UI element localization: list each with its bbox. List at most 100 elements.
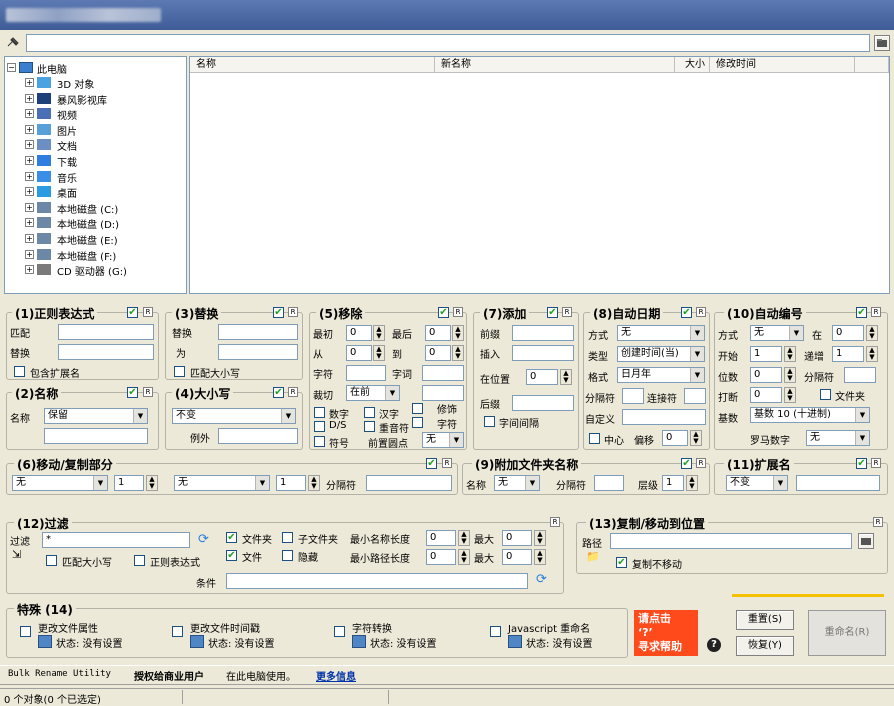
move-copy-select-1[interactable]: 无 — [12, 475, 108, 491]
expand-icon[interactable]: + — [25, 78, 34, 87]
remove-to-input[interactable]: 0 — [425, 345, 451, 361]
settings-icon[interactable] — [38, 635, 52, 648]
remove-crop-input[interactable] — [422, 385, 464, 401]
path-input[interactable] — [26, 34, 870, 52]
expand-icon[interactable]: + — [25, 187, 34, 197]
filter-condition-input[interactable] — [226, 573, 528, 589]
expand-icon[interactable]: + — [25, 140, 34, 150]
filter-min-path-input[interactable]: 0 — [426, 549, 456, 565]
filter-max-path-spinner[interactable]: ▲ ▼ — [534, 549, 546, 565]
remove-chars2-checkbox[interactable] — [412, 417, 423, 428]
replace-match-case-checkbox[interactable] — [174, 366, 185, 377]
move-copy-select-2[interactable]: 无 — [174, 475, 270, 491]
auto-date-mode-select[interactable]: 无 — [617, 325, 705, 341]
extension-input[interactable] — [796, 475, 880, 491]
auto-number-step-spinner[interactable]: ▲ ▼ — [866, 346, 878, 362]
filter-min-name-spinner[interactable]: ▲ ▼ — [458, 530, 470, 546]
remove-lead-dots-select[interactable]: 无 — [422, 432, 464, 448]
auto-date-type-select[interactable]: 创建时间(当) — [617, 346, 705, 362]
remove-chinese-checkbox[interactable] — [364, 407, 375, 418]
help-icon[interactable]: ? — [707, 638, 721, 652]
replace-reset-button[interactable]: R — [288, 307, 298, 317]
auto-number-break-spinner[interactable]: ▲ ▼ — [784, 387, 796, 403]
auto-number-break-input[interactable]: 0 — [750, 387, 782, 403]
filter-max-name-input[interactable]: 0 — [502, 530, 532, 546]
auto-number-mode-select[interactable]: 无 — [750, 325, 804, 341]
add-at-pos-spinner[interactable]: ▲ ▼ — [560, 369, 572, 385]
filter-subfolders-checkbox[interactable] — [282, 532, 293, 543]
filter-min-name-input[interactable]: 0 — [426, 530, 456, 546]
auto-date-offset-spinner[interactable]: ▲ ▼ — [690, 430, 702, 446]
auto-number-start-input[interactable]: 1 — [750, 346, 782, 362]
remove-to-spinner[interactable]: ▲ ▼ — [452, 345, 464, 361]
settings-icon[interactable] — [190, 635, 204, 648]
move-copy-spinner-2[interactable]: ▲ ▼ — [308, 475, 320, 491]
copy-move-browse-button[interactable] — [858, 533, 874, 549]
remove-digits-checkbox[interactable] — [314, 407, 325, 418]
append-folder-level-spinner[interactable]: ▲ ▼ — [686, 475, 698, 491]
name-mode-select[interactable]: 保留 — [44, 408, 148, 424]
remove-symbols-checkbox[interactable] — [314, 436, 325, 447]
reset-button[interactable]: 重置(S) — [736, 610, 794, 630]
move-copy-enable-checkbox[interactable]: ✔ — [426, 458, 437, 469]
filter-hidden-checkbox[interactable] — [282, 550, 293, 561]
remove-crop-select[interactable]: 在前 — [346, 385, 400, 401]
append-folder-reset-button[interactable]: R — [696, 458, 706, 468]
col-modified[interactable]: 修改时间 — [710, 57, 855, 73]
auto-date-custom-input[interactable] — [622, 409, 706, 425]
remove-accents-checkbox[interactable] — [364, 421, 375, 432]
regex-enable-checkbox[interactable]: ✔ — [127, 307, 138, 318]
remove-from-spinner[interactable]: ▲ ▼ — [373, 345, 385, 361]
auto-number-digits-spinner[interactable]: ▲ ▼ — [784, 367, 796, 383]
auto-number-at-input[interactable]: 0 — [832, 325, 864, 341]
filter-regex-checkbox[interactable] — [134, 555, 145, 566]
filter-reset-button[interactable]: R — [550, 517, 560, 527]
browse-folder-button[interactable] — [874, 35, 890, 51]
append-folder-enable-checkbox[interactable]: ✔ — [681, 458, 692, 469]
remove-ds-checkbox[interactable] — [314, 421, 325, 432]
file-list[interactable]: 名称 新名称 大小 修改时间 — [189, 56, 890, 294]
more-info-link[interactable]: 更多信息 — [316, 668, 356, 683]
add-enable-checkbox[interactable]: ✔ — [547, 307, 558, 318]
auto-number-reset-button[interactable]: R — [871, 307, 881, 317]
name-input[interactable] — [44, 428, 148, 444]
expand-icon[interactable]: + — [25, 249, 34, 259]
extension-enable-checkbox[interactable]: ✔ — [856, 458, 867, 469]
replace-enable-checkbox[interactable]: ✔ — [273, 307, 284, 318]
add-prefix-input[interactable] — [512, 325, 574, 341]
auto-number-start-spinner[interactable]: ▲ ▼ — [784, 346, 796, 362]
auto-number-step-input[interactable]: 1 — [832, 346, 864, 362]
filter-folders-checkbox[interactable]: ✔ — [226, 532, 237, 543]
expand-icon[interactable]: + — [25, 265, 34, 275]
expand-icon[interactable]: + — [25, 234, 34, 243]
name-enable-checkbox[interactable]: ✔ — [127, 387, 138, 398]
special-checkbox[interactable] — [490, 626, 501, 637]
folder-tree[interactable]: − 此电脑 +3D 对象 + 暴风影视库 + 视频 + 图片 + 文档 + 下载 + 音乐 + 桌面 + 本地磁… — [4, 56, 187, 294]
move-copy-num-1[interactable]: 1 — [114, 475, 144, 491]
auto-date-joiner-input[interactable] — [684, 388, 706, 404]
append-folder-sep-input[interactable] — [594, 475, 624, 491]
regex-replace-input[interactable] — [58, 344, 154, 360]
add-word-space-checkbox[interactable] — [484, 416, 495, 427]
pin-icon[interactable] — [6, 36, 20, 49]
copy-move-path-input[interactable] — [610, 533, 852, 549]
expand-icon[interactable]: + — [25, 171, 34, 181]
col-name[interactable]: 名称 — [190, 57, 435, 73]
auto-number-at-spinner[interactable]: ▲ ▼ — [866, 325, 878, 341]
auto-date-sep-input[interactable] — [622, 388, 644, 404]
remove-first-spinner[interactable]: ▲ ▼ — [373, 325, 385, 341]
help-banner[interactable]: 请点击 ‘?’ 寻求帮助 — [634, 610, 698, 656]
auto-date-format-select[interactable]: 日月年 — [617, 367, 705, 383]
extension-reset-button[interactable]: R — [871, 458, 881, 468]
filter-input[interactable]: * — [42, 532, 190, 548]
auto-date-enable-checkbox[interactable]: ✔ — [681, 307, 692, 318]
rename-button[interactable]: 重命名(R) — [808, 610, 886, 656]
remove-enable-checkbox[interactable]: ✔ — [438, 307, 449, 318]
expand-icon[interactable]: + — [25, 156, 34, 165]
add-at-pos-input[interactable]: 0 — [526, 369, 558, 385]
remove-last-spinner[interactable]: ▲ ▼ — [452, 325, 464, 341]
col-size[interactable]: 大小 — [675, 57, 710, 73]
expand-icon[interactable]: + — [25, 202, 34, 212]
add-insert-input[interactable] — [512, 345, 574, 361]
name-reset-button[interactable]: R — [143, 387, 153, 397]
